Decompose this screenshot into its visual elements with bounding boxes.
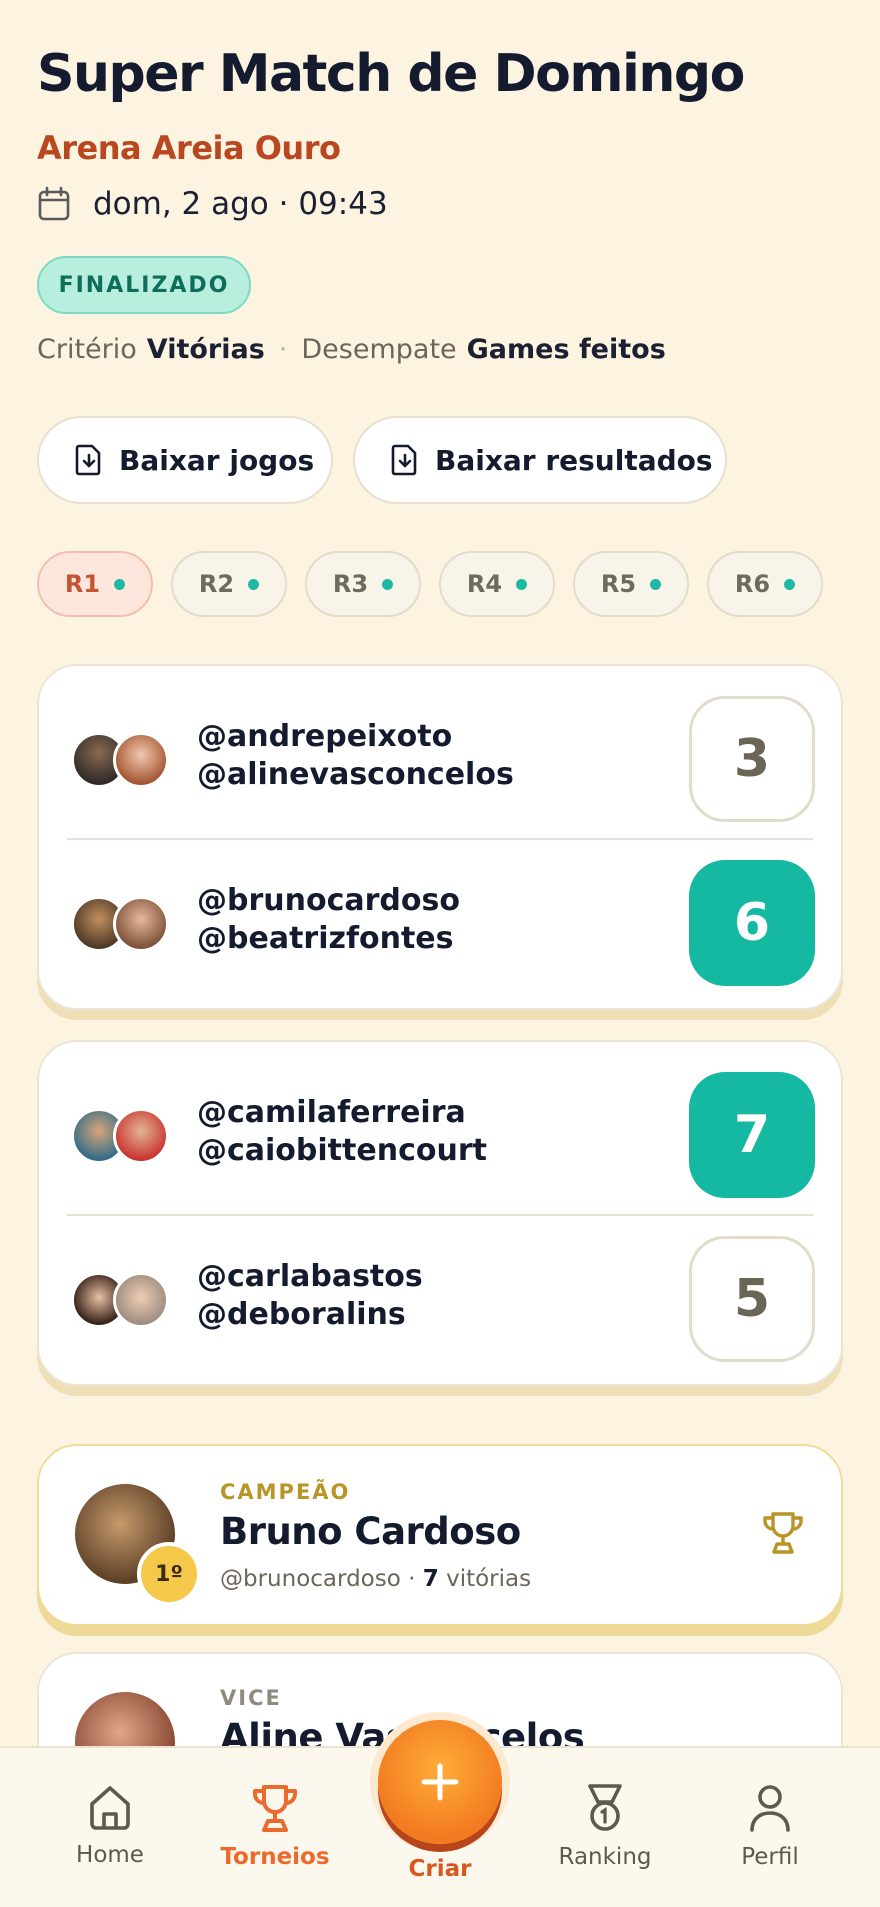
medal-icon (588, 1784, 622, 1831)
create-label: Criar (408, 1856, 472, 1882)
wins-label: vitórias (438, 1566, 532, 1592)
round-tabs: R1 R2 R3 R4 R5 R6 (37, 551, 823, 617)
team-players: @andrepeixoto @alinevasconcelos (197, 718, 514, 794)
tiebreak-label: Desempate (301, 334, 457, 365)
player-handle: @caiobittencourt (197, 1133, 487, 1168)
team-avatars (71, 896, 171, 952)
avatar (113, 1272, 169, 1328)
player-handle: @andrepeixoto (197, 719, 453, 754)
download-file-icon (75, 444, 101, 476)
champion-name: Bruno Cardoso (220, 1510, 521, 1553)
tab-round-3[interactable]: R3 (305, 551, 421, 617)
player-handle: @deboralins (197, 1297, 406, 1332)
player-handle: @beatrizfontes (197, 921, 454, 956)
nav-tournaments-label: Torneios (220, 1844, 330, 1870)
team-score: 3 (689, 696, 815, 822)
tab-round-4[interactable]: R4 (439, 551, 555, 617)
match-date: dom, 2 ago · 09:43 (93, 186, 388, 222)
team-players: @brunocardoso @beatrizfontes (197, 882, 460, 958)
round-status-dot (784, 578, 796, 590)
round-status-dot (114, 578, 126, 590)
calendar-icon (38, 186, 70, 221)
team-score: 6 (689, 860, 815, 986)
stats-separator: · (400, 1566, 423, 1592)
round-status-dot (248, 578, 260, 590)
download-games-button[interactable]: Baixar jogos (37, 416, 333, 504)
champion-handle: @brunocardoso (220, 1566, 401, 1592)
player-handle: @alinevasconcelos (197, 757, 514, 792)
create-button[interactable] (378, 1720, 502, 1844)
team-row: @camilaferreira @caiobittencourt 7 (39, 1048, 841, 1212)
criteria-row: Critério Vitórias · Desempate Games feit… (37, 334, 666, 365)
round-label: R6 (734, 570, 771, 598)
home-icon (90, 1786, 130, 1830)
champion-card[interactable]: 1º CAMPEÃO Bruno Cardoso @brunocardoso ·… (37, 1444, 843, 1626)
round-status-dot (516, 578, 528, 590)
avatar (113, 732, 169, 788)
trophy-icon (763, 1512, 803, 1554)
user-icon (750, 1785, 790, 1832)
team-avatars (71, 1108, 171, 1164)
round-status-dot (382, 578, 394, 590)
tiebreak-value: Games feitos (466, 334, 666, 365)
match-card[interactable]: @camilaferreira @caiobittencourt 7 @carl… (37, 1040, 843, 1386)
vice-label: VICE (220, 1686, 282, 1710)
nav-home-label: Home (76, 1842, 144, 1868)
champion-label: CAMPEÃO (220, 1480, 351, 1504)
round-label: R2 (198, 570, 235, 598)
position-medal: 1º (137, 1542, 201, 1606)
page-title: Super Match de Domingo (37, 44, 745, 104)
criterion-label: Critério (37, 334, 137, 365)
round-label: R4 (466, 570, 503, 598)
team-row: @carlabastos @deboralins 5 (39, 1212, 841, 1376)
round-status-dot (650, 578, 662, 590)
criteria-separator: · (278, 334, 288, 365)
venue-name: Arena Areia Ouro (37, 129, 341, 167)
avatar (113, 896, 169, 952)
player-handle: @carlabastos (197, 1259, 423, 1294)
trophy-icon (253, 1785, 297, 1832)
tab-round-6[interactable]: R6 (707, 551, 823, 617)
team-avatars (71, 1272, 171, 1328)
team-score: 7 (689, 1072, 815, 1198)
round-label: R5 (600, 570, 637, 598)
player-handle: @camilaferreira (197, 1095, 466, 1130)
date-row: dom, 2 ago · 09:43 (37, 186, 388, 222)
team-avatars (71, 732, 171, 788)
player-handle: @brunocardoso (197, 883, 460, 918)
team-row: @andrepeixoto @alinevasconcelos 3 (39, 672, 841, 836)
download-games-label: Baixar jogos (119, 443, 315, 477)
avatar (113, 1108, 169, 1164)
tab-round-1[interactable]: R1 (37, 551, 153, 617)
champion-wins: 7 (422, 1566, 439, 1592)
nav-home[interactable]: Home (40, 1782, 180, 1868)
tab-round-5[interactable]: R5 (573, 551, 689, 617)
nav-ranking[interactable]: Ranking (535, 1782, 675, 1870)
team-players: @carlabastos @deboralins (197, 1258, 423, 1334)
plus-icon (421, 1763, 459, 1801)
status-badge: FINALIZADO (37, 256, 251, 314)
nav-profile-label: Perfil (741, 1844, 799, 1870)
tab-round-2[interactable]: R2 (171, 551, 287, 617)
team-players: @camilaferreira @caiobittencourt (197, 1094, 487, 1170)
criterion-value: Vitórias (146, 334, 265, 365)
match-card[interactable]: @andrepeixoto @alinevasconcelos 3 @bruno… (37, 664, 843, 1010)
round-label: R3 (332, 570, 369, 598)
team-score: 5 (689, 1236, 815, 1362)
nav-ranking-label: Ranking (558, 1844, 652, 1870)
champion-stats: @brunocardoso · 7 vitórias (220, 1566, 531, 1592)
nav-tournaments[interactable]: Torneios (205, 1782, 345, 1870)
download-file-icon (391, 444, 417, 476)
round-label: R1 (64, 570, 101, 598)
download-results-button[interactable]: Baixar resultados (353, 416, 727, 504)
team-row: @brunocardoso @beatrizfontes 6 (39, 836, 841, 1000)
download-results-label: Baixar resultados (435, 443, 713, 477)
nav-profile[interactable]: Perfil (700, 1782, 840, 1870)
